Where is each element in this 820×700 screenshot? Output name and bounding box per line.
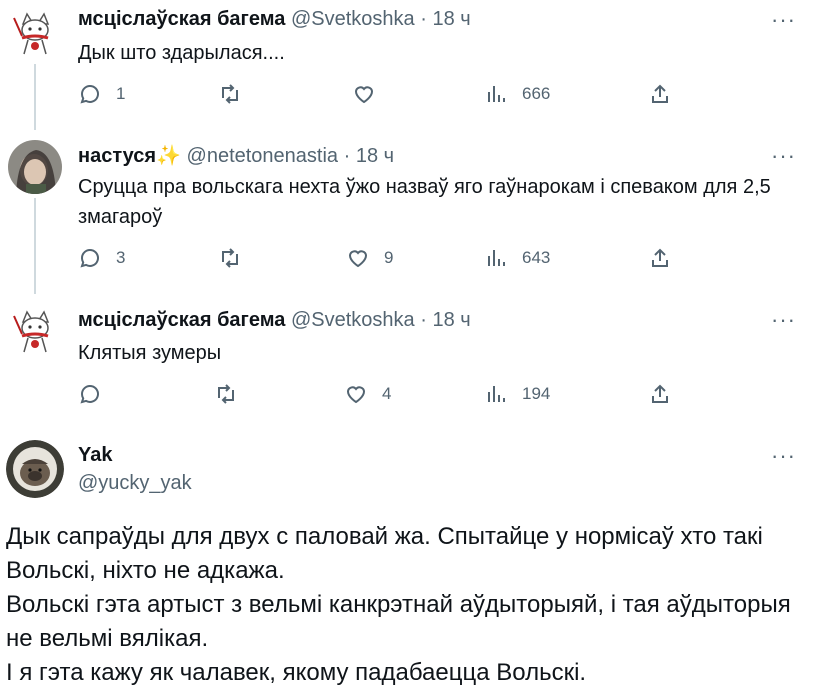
tweet-text: Сруцца пра вольскага нехта ўжо назваў яг… [78,176,771,228]
cat-avatar-icon [8,6,62,60]
heart-icon [346,386,366,404]
display-name[interactable]: мсціслаўская багема [78,309,285,331]
views-count: 194 [522,384,551,403]
avatar-nastia[interactable] [8,140,62,194]
paragraph: І я гэта кажу як чалавек, якому падабаец… [6,659,587,686]
user-handle[interactable]: @netetonenastia [187,145,339,167]
like-button[interactable]: 9 [346,246,393,270]
reply-button[interactable]: 3 [78,246,125,270]
share-button[interactable] [648,82,672,106]
profile-photo-icon [8,140,62,194]
more-options-icon[interactable]: ··· [771,145,796,167]
avatar-cat-2[interactable] [8,304,62,358]
share-icon [652,84,668,103]
reply-button[interactable]: 1 [78,82,125,106]
paragraph: Вольскі гэта артыст з вельмі канкрэтнай … [6,591,791,652]
retweet-icon [222,248,238,268]
paragraph: Дык сапраўды для двух с паловай жа. Спыт… [6,523,763,584]
views-icon [488,250,505,266]
display-name[interactable]: мсціслаўская багема [78,8,285,30]
retweet-button[interactable] [214,382,238,406]
user-handle[interactable]: @Svetkoshka [291,309,415,331]
reply-tweet-1[interactable]: мсціслаўская багема @Svetkoshka · 18 ч ·… [0,0,820,130]
share-button[interactable] [648,246,672,270]
tweet-header: мсціслаўская багема @Svetkoshka · 18 ч [78,308,471,332]
views-button[interactable]: 666 [484,82,550,106]
heart-icon [348,250,368,268]
user-handle[interactable]: @yucky_yak [78,472,192,495]
heart-icon [354,86,374,104]
main-tweet-text: Дык сапраўды для двух с паловай жа. Спыт… [6,520,806,690]
separator-dot: · [343,145,351,167]
conversation-thread: мсціслаўская багема @Svetkoshka · 18 ч ·… [0,0,820,700]
cat-avatar-icon [8,304,62,358]
reply-tweet-3[interactable]: мсціслаўская багема @Svetkoshka · 18 ч ·… [0,294,820,424]
reply-icon [80,249,99,268]
thread-connector [34,198,36,294]
tweet-text: Клятыя зумеры [78,342,222,364]
thread-connector [34,64,36,130]
like-button[interactable]: 4 [344,382,391,406]
views-button[interactable]: 643 [484,246,550,270]
separator-dot: · [420,8,427,30]
share-button[interactable] [648,382,672,406]
retweet-icon [222,84,238,104]
user-handle[interactable]: @Svetkoshka [291,8,415,30]
views-button[interactable]: 194 [484,382,550,406]
more-options-icon[interactable]: ··· [771,9,796,31]
avatar-cat-1[interactable] [8,6,62,60]
like-button[interactable] [352,82,376,106]
reply-icon [80,385,99,404]
sparkles-icon: ✨ [156,145,181,167]
reply-tweet-2[interactable]: настуся✨ @netetonenastia · 18 ч ··· Сруц… [0,130,820,294]
reply-count: 1 [116,84,126,103]
action-bar: 1 666 [78,82,698,110]
retweet-icon [218,384,234,404]
timestamp[interactable]: 18 ч [356,145,394,167]
retweet-button[interactable] [218,82,242,106]
action-bar: 3 9 643 [78,246,698,274]
views-icon [488,386,505,402]
retweet-button[interactable] [218,246,242,270]
reply-count: 3 [116,248,126,267]
views-icon [488,86,505,102]
like-count: 9 [384,248,394,267]
action-bar: 4 194 [78,382,698,410]
avatar-yak[interactable] [6,440,64,498]
display-name[interactable]: Yak [78,444,112,467]
tweet-header: настуся✨ @netetonenastia · 18 ч [78,144,394,168]
share-icon [652,248,668,267]
separator-dot: · [420,309,427,331]
views-count: 666 [522,84,551,103]
tweet-header: мсціслаўская багема @Svetkoshka · 18 ч [78,7,471,31]
share-icon [652,384,668,403]
reply-button[interactable] [78,382,102,406]
more-options-icon[interactable]: ··· [771,309,796,331]
reply-icon [80,85,99,104]
tweet-text: Дык што здарылася.... [78,42,285,64]
like-count: 4 [382,384,392,403]
more-options-icon[interactable]: ··· [771,445,796,467]
yak-avatar-icon [6,440,64,498]
timestamp[interactable]: 18 ч [432,8,470,30]
display-name[interactable]: настуся [78,145,156,167]
timestamp[interactable]: 18 ч [432,309,470,331]
views-count: 643 [522,248,551,267]
